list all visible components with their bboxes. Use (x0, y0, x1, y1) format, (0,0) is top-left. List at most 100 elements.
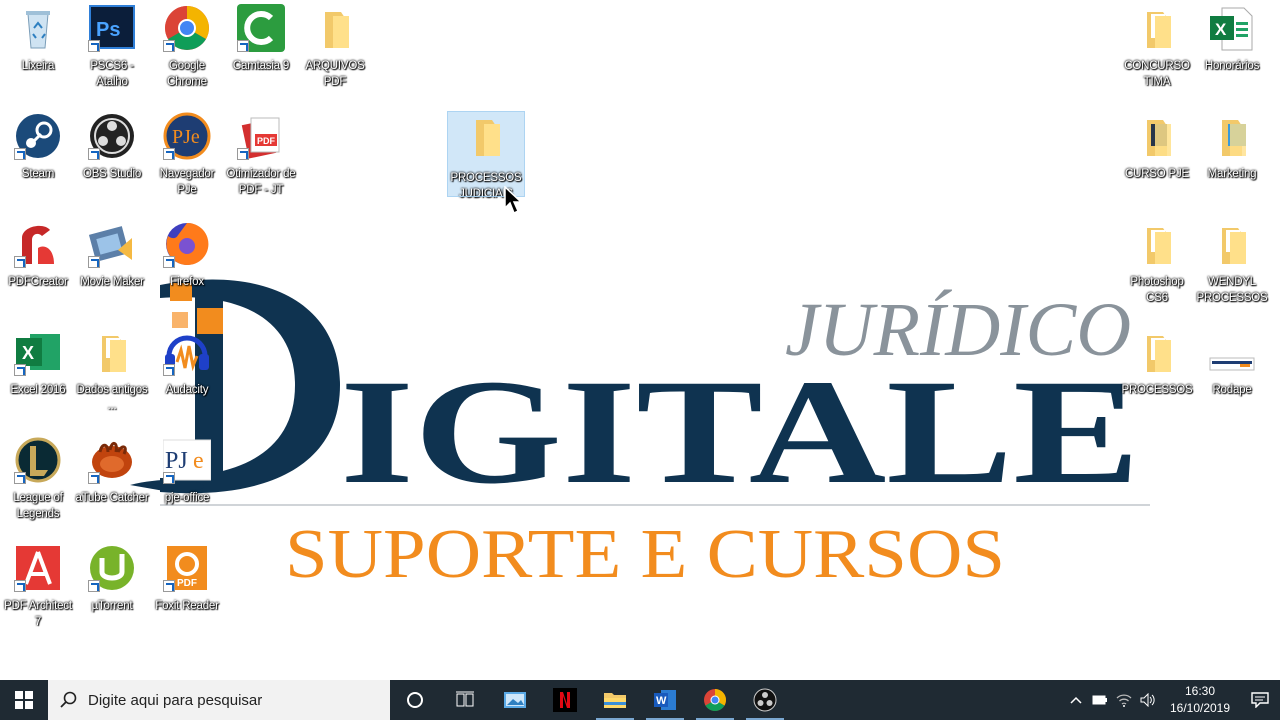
logo-tagline: SUPORTE E CURSOS (285, 516, 1005, 593)
desktop-icon-foxit-reader[interactable]: PDF Foxit Reader (149, 540, 225, 614)
taskbar-file-explorer[interactable] (590, 680, 640, 720)
icon-label: Movie Maker (80, 276, 144, 288)
desktop-icon-curso-pje[interactable]: CURSO PJE (1119, 108, 1195, 182)
icon-label: PROCESSOS (1121, 384, 1193, 396)
icon-label: WENDYL PROCESSOS (1196, 276, 1268, 304)
shortcut-arrow-icon (88, 256, 100, 268)
desktop-icon-league-of-legends[interactable]: League of Legends (0, 432, 76, 522)
notification-icon (1251, 692, 1269, 708)
desktop-icon-photoshop-cs6[interactable]: Photoshop CS6 (1119, 216, 1195, 306)
folder-icon (1133, 112, 1181, 160)
desktop-icon-camtasia[interactable]: Camtasia 9 (223, 0, 299, 74)
desktop-icon-utorrent[interactable]: µTorrent (74, 540, 150, 614)
foxit-icon: PDF (163, 544, 211, 592)
icon-label: OBS Studio (82, 168, 142, 180)
desktop-icon-pscs6[interactable]: Ps PSCS6 - Atalho (74, 0, 150, 90)
desktop-icon-lixeira[interactable]: Lixeira (0, 0, 76, 74)
desktop-icon-google-chrome[interactable]: Google Chrome (149, 0, 225, 90)
action-center-button[interactable] (1240, 680, 1280, 720)
shortcut-arrow-icon (163, 40, 175, 52)
desktop-icon-otimizador-pdf[interactable]: PDF Otimizador de PDF - JT (223, 108, 299, 198)
battery-icon (1092, 695, 1107, 705)
svg-text:Ps: Ps (96, 19, 120, 41)
task-view-button[interactable] (440, 680, 490, 720)
excel-icon: X (1208, 4, 1256, 52)
desktop-icon-movie-maker[interactable]: Movie Maker (74, 216, 150, 290)
icon-label: CONCURSO TIMA (1124, 60, 1190, 88)
desktop-icon-obs-studio[interactable]: OBS Studio (74, 108, 150, 182)
desktop-icon-audacity[interactable]: Audacity (149, 324, 225, 398)
show-hidden-icons-button[interactable] (1064, 680, 1088, 720)
desktop-icon-honorarios[interactable]: X Honorários (1194, 0, 1270, 74)
mouse-cursor-icon (504, 186, 523, 215)
icon-label: pje-office (164, 492, 210, 504)
desktop-icon-navegador-pje[interactable]: PJe Navegador PJe (149, 108, 225, 198)
shortcut-arrow-icon (14, 256, 26, 268)
audacity-icon (163, 328, 211, 376)
taskbar-word-app[interactable]: W (640, 680, 690, 720)
icon-label: Marketing (1207, 168, 1257, 180)
shortcut-arrow-icon (88, 580, 100, 592)
start-button[interactable] (0, 680, 48, 720)
icon-label: aTube Catcher (75, 492, 149, 504)
battery-button[interactable] (1088, 680, 1112, 720)
pdfcreator-icon (14, 220, 62, 268)
clock-date: 16/10/2019 (1169, 701, 1231, 715)
desktop-icon-marketing[interactable]: Marketing (1194, 108, 1270, 182)
desktop-icon-pdfcreator[interactable]: PDFCreator (0, 216, 76, 290)
taskbar-obs-app[interactable] (740, 680, 790, 720)
desktop-icon-arquivos-pdf[interactable]: ARQUIVOS PDF (297, 0, 373, 90)
desktop-icon-firefox[interactable]: Firefox (149, 216, 225, 290)
icon-label: PSCS6 - Atalho (90, 60, 134, 88)
desktop-icon-processos-judiciais[interactable]: PROCESSOS JUDICIAIS (447, 111, 525, 200)
icon-label: Google Chrome (167, 60, 207, 88)
shortcut-arrow-icon (88, 40, 100, 52)
folder-icon (1133, 220, 1181, 268)
folder-icon (1133, 4, 1181, 52)
desktop-icon-wendyl-processos[interactable]: WENDYL PROCESSOS (1194, 216, 1270, 306)
folder-icon (311, 4, 359, 52)
excel-icon: X (14, 328, 62, 376)
icon-label: ARQUIVOS PDF (305, 60, 365, 88)
photoshop-icon: Ps (88, 4, 136, 52)
desktop-icon-pdf-architect[interactable]: PDF Architect 7 (0, 540, 76, 630)
taskbar-photos-app[interactable] (490, 680, 540, 720)
taskbar-netflix-app[interactable] (540, 680, 590, 720)
icon-label: Photoshop CS6 (1130, 276, 1184, 304)
icon-label: Navegador PJe (159, 168, 215, 196)
shortcut-arrow-icon (14, 580, 26, 592)
camtasia-icon (237, 4, 285, 52)
clock[interactable]: 16:30 16/10/2019 (1160, 683, 1240, 717)
desktop-icon-rodape[interactable]: Rodape (1194, 324, 1270, 398)
desktop-icon-dados-antigos[interactable]: Dados antigos ... (74, 324, 150, 414)
svg-text:PJ: PJ (165, 448, 188, 474)
system-tray: 16:30 16/10/2019 (1064, 680, 1280, 720)
icon-label: Honorários (1204, 60, 1260, 72)
desktop-icon-atube-catcher[interactable]: aTube Catcher (74, 432, 150, 506)
obs-icon (88, 112, 136, 160)
desktop-icon-processos[interactable]: PROCESSOS (1119, 324, 1195, 398)
desktop-icon-concurso-tima[interactable]: CONCURSO TIMA (1119, 0, 1195, 90)
network-button[interactable] (1112, 680, 1136, 720)
shortcut-arrow-icon (163, 148, 175, 160)
taskbar-chrome-app[interactable] (690, 680, 740, 720)
volume-button[interactable] (1136, 680, 1160, 720)
pje-icon: PJe (163, 112, 211, 160)
icon-label: PDF Architect 7 (4, 600, 72, 628)
desktop-icon-steam[interactable]: Steam (0, 108, 76, 182)
shortcut-arrow-icon (14, 148, 26, 160)
icon-label: Rodape (1212, 384, 1252, 396)
word-icon: W (654, 690, 676, 710)
windows-logo-icon (15, 691, 33, 709)
obs-icon (753, 688, 777, 712)
icon-label: Otimizador de PDF - JT (226, 168, 296, 196)
shortcut-arrow-icon (14, 364, 26, 376)
taskbar-search-box[interactable]: Digite aqui para pesquisar (48, 680, 390, 720)
speaker-icon (1140, 693, 1155, 707)
desktop-icon-excel-2016[interactable]: X Excel 2016 (0, 324, 76, 398)
desktop-icon-pje-office[interactable]: PJ e pje-office (149, 432, 225, 506)
cortana-button[interactable] (390, 680, 440, 720)
firefox-icon (163, 220, 211, 268)
icon-label: Steam (21, 168, 55, 180)
shortcut-arrow-icon (14, 472, 26, 484)
